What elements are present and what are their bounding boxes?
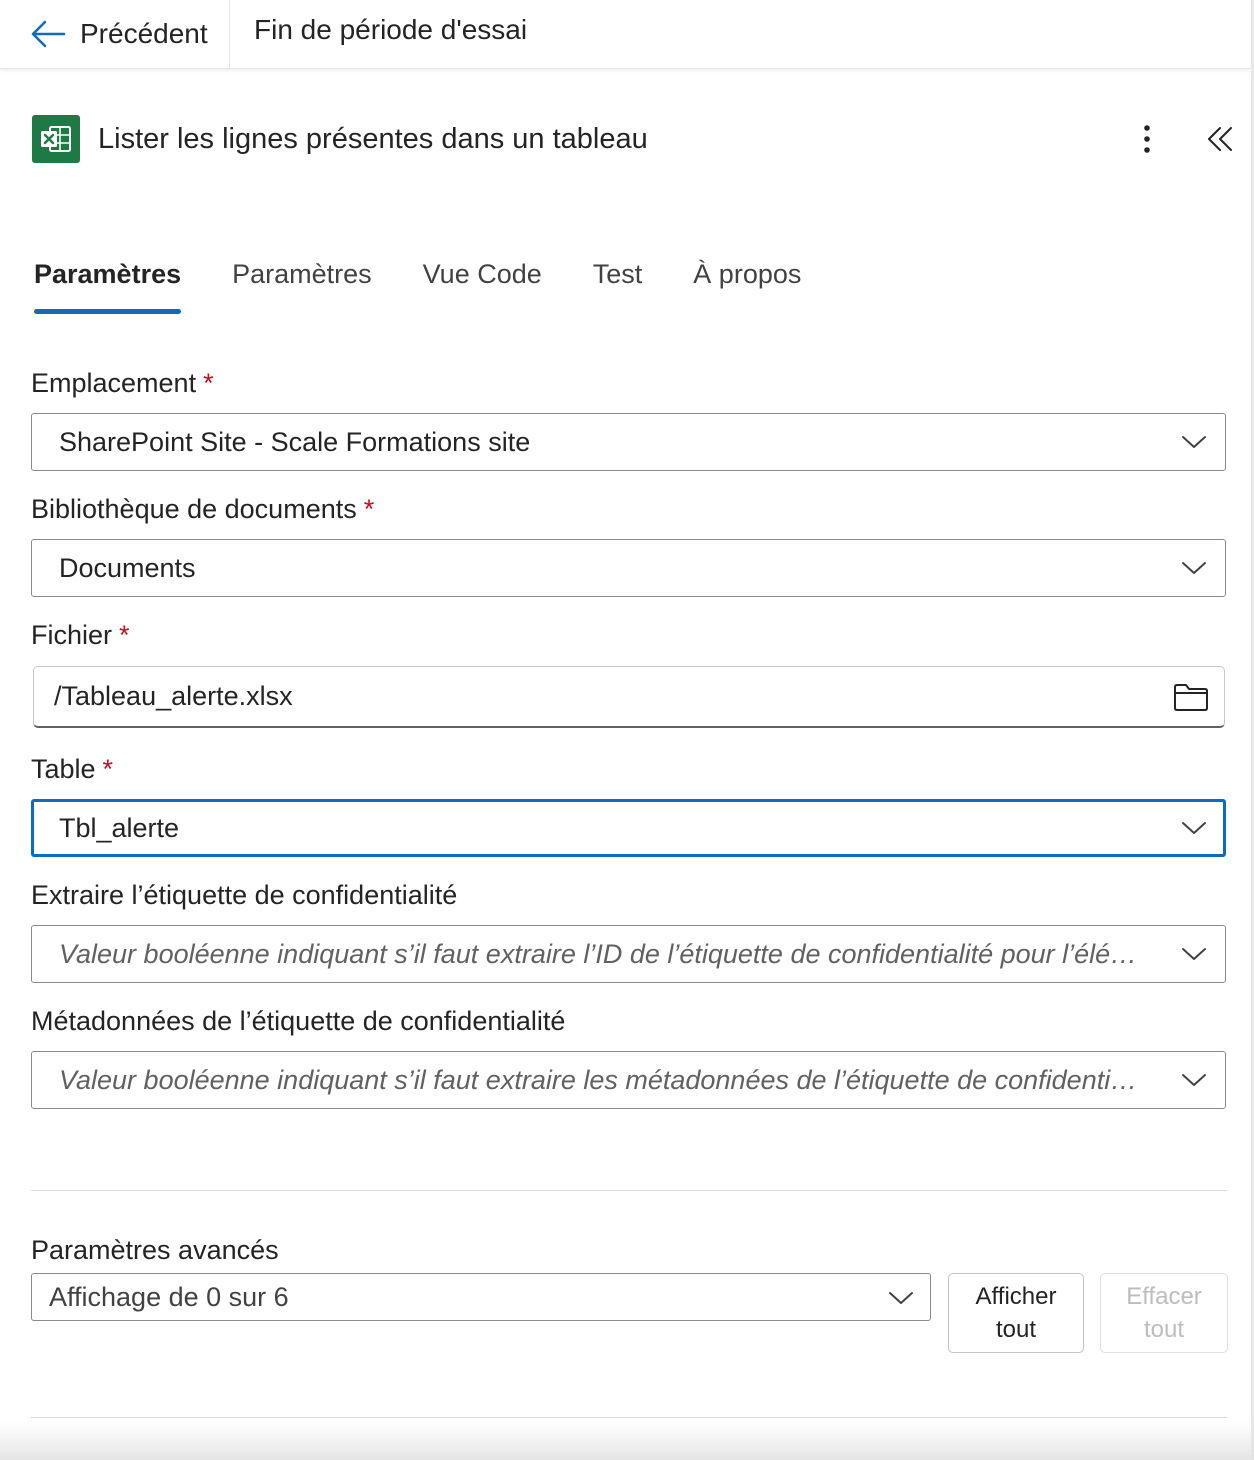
advanced-params-label: Paramètres avancés xyxy=(31,1235,279,1265)
library-label: Bibliothèque de documents * xyxy=(31,494,374,525)
required-mark: * xyxy=(119,620,130,650)
arrow-left-icon xyxy=(30,16,66,52)
tab-test[interactable]: Test xyxy=(593,252,643,314)
chevron-down-icon xyxy=(1179,556,1209,580)
folder-icon[interactable] xyxy=(1172,679,1210,715)
show-all-button[interactable]: Afficher tout xyxy=(948,1273,1084,1353)
file-label-text: Fichier xyxy=(31,620,113,650)
label-metadata-placeholder: Valeur booléenne indiquant s’il faut ext… xyxy=(59,1064,1149,1095)
clear-all-label-line2: tout xyxy=(1143,1316,1184,1343)
table-dropdown[interactable]: Tbl_alerte xyxy=(31,799,1226,857)
label-metadata-label: Métadonnées de l’étiquette de confidenti… xyxy=(31,1006,566,1036)
action-header: Lister les lignes présentes dans un tabl… xyxy=(32,114,1232,164)
collapse-panel-button[interactable] xyxy=(1200,118,1240,160)
required-mark: * xyxy=(203,368,214,398)
clear-all-button[interactable]: Effacer tout xyxy=(1100,1273,1228,1353)
tab-code-view[interactable]: Vue Code xyxy=(423,252,542,314)
chevron-down-icon xyxy=(1179,816,1209,840)
back-button-label: Précédent xyxy=(80,18,208,49)
back-button[interactable]: Précédent xyxy=(0,0,230,68)
library-label-text: Bibliothèque de documents xyxy=(31,494,357,524)
location-value: SharePoint Site - Scale Formations site xyxy=(59,426,531,457)
location-label-text: Emplacement xyxy=(31,368,197,398)
more-vertical-icon xyxy=(1144,125,1150,153)
library-value: Documents xyxy=(59,552,196,583)
library-dropdown[interactable]: Documents xyxy=(31,539,1226,597)
section-divider xyxy=(31,1190,1227,1191)
clear-all-label-line1: Effacer xyxy=(1126,1283,1202,1310)
bottom-shadow xyxy=(0,1422,1254,1460)
chevron-down-icon xyxy=(1179,1068,1209,1092)
table-value: Tbl_alerte xyxy=(59,812,180,843)
required-mark: * xyxy=(363,494,375,524)
show-all-label-line2: tout xyxy=(995,1316,1037,1343)
tab-settings[interactable]: Paramètres xyxy=(232,252,372,314)
extract-label-label: Extraire l’étiquette de confidentialité xyxy=(31,880,458,910)
file-input[interactable]: /Tableau_alerte.xlsx xyxy=(33,666,1225,728)
location-dropdown[interactable]: SharePoint Site - Scale Formations site xyxy=(31,413,1226,471)
show-all-label-line1: Afficher xyxy=(975,1283,1057,1310)
file-value: /Tableau_alerte.xlsx xyxy=(54,681,293,711)
tab-about[interactable]: À propos xyxy=(693,252,801,314)
advanced-params-dropdown[interactable]: Affichage de 0 sur 6 xyxy=(31,1273,931,1321)
table-label-text: Table xyxy=(31,754,96,784)
file-label: Fichier * xyxy=(31,620,130,651)
top-bar: Précédent Fin de période d'essai xyxy=(0,0,1254,69)
chevron-down-icon xyxy=(1179,942,1209,966)
more-options-button[interactable] xyxy=(1130,118,1164,160)
table-label: Table * xyxy=(31,754,113,785)
action-title: Lister les lignes présentes dans un tabl… xyxy=(98,122,648,155)
extract-label-dropdown[interactable]: Valeur booléenne indiquant s’il faut ext… xyxy=(31,925,1226,983)
bottom-divider xyxy=(31,1417,1227,1418)
double-chevron-left-icon xyxy=(1208,127,1232,151)
chevron-down-icon xyxy=(1179,430,1209,454)
excel-icon xyxy=(32,115,80,163)
required-mark: * xyxy=(102,754,114,784)
tab-parameters[interactable]: Paramètres xyxy=(34,252,182,314)
trial-end-link[interactable]: Fin de période d'essai xyxy=(254,12,527,48)
chevron-down-icon xyxy=(886,1286,916,1310)
tab-bar: Paramètres Paramètres Vue Code Test À pr… xyxy=(34,252,852,318)
location-label: Emplacement * xyxy=(31,368,214,399)
extract-label-placeholder: Valeur booléenne indiquant s’il faut ext… xyxy=(59,938,1149,969)
advanced-params-value: Affichage de 0 sur 6 xyxy=(49,1281,289,1312)
label-metadata-dropdown[interactable]: Valeur booléenne indiquant s’il faut ext… xyxy=(31,1051,1226,1109)
